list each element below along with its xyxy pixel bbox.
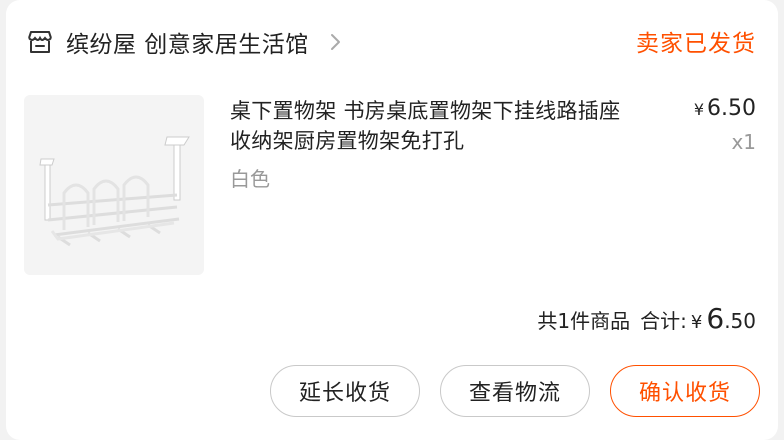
store-icon <box>26 29 54 55</box>
quantity: x1 <box>731 130 756 154</box>
unit-price: ¥6.50 <box>694 96 756 121</box>
price-currency: ¥ <box>693 100 705 119</box>
product-image[interactable] <box>24 95 204 275</box>
cable-tray-image <box>39 136 190 247</box>
product-title[interactable]: 桌下置物架 书房桌底置物架下挂线路插座收纳架厨房置物架免打孔 <box>230 96 630 156</box>
confirm-receipt-button[interactable]: 确认收货 <box>610 365 760 417</box>
shop-header[interactable]: 缤纷屋 创意家居生活馆 <box>26 22 345 62</box>
total-currency: ¥ <box>690 312 703 333</box>
total-label: 合计: <box>640 309 687 333</box>
item-count: 共1件商品 <box>537 309 631 333</box>
view-logistics-button[interactable]: 查看物流 <box>440 365 590 417</box>
shop-name[interactable]: 缤纷屋 创意家居生活馆 <box>66 25 309 59</box>
order-card: 缤纷屋 创意家居生活馆 卖家已发货 桌下置物架 书房桌底置物架下挂线路插座收纳架… <box>6 0 778 440</box>
product-variant: 白色 <box>230 167 270 191</box>
total-decimal: .50 <box>724 309 756 333</box>
order-summary: 共1件商品 合计: ¥ 6 .50 <box>537 302 756 335</box>
total-integer: 6 <box>706 302 725 335</box>
price-value: 6.50 <box>707 96 756 121</box>
chevron-right-icon <box>325 32 345 52</box>
order-status: 卖家已发货 <box>636 31 756 57</box>
extend-receipt-button[interactable]: 延长收货 <box>270 365 420 417</box>
